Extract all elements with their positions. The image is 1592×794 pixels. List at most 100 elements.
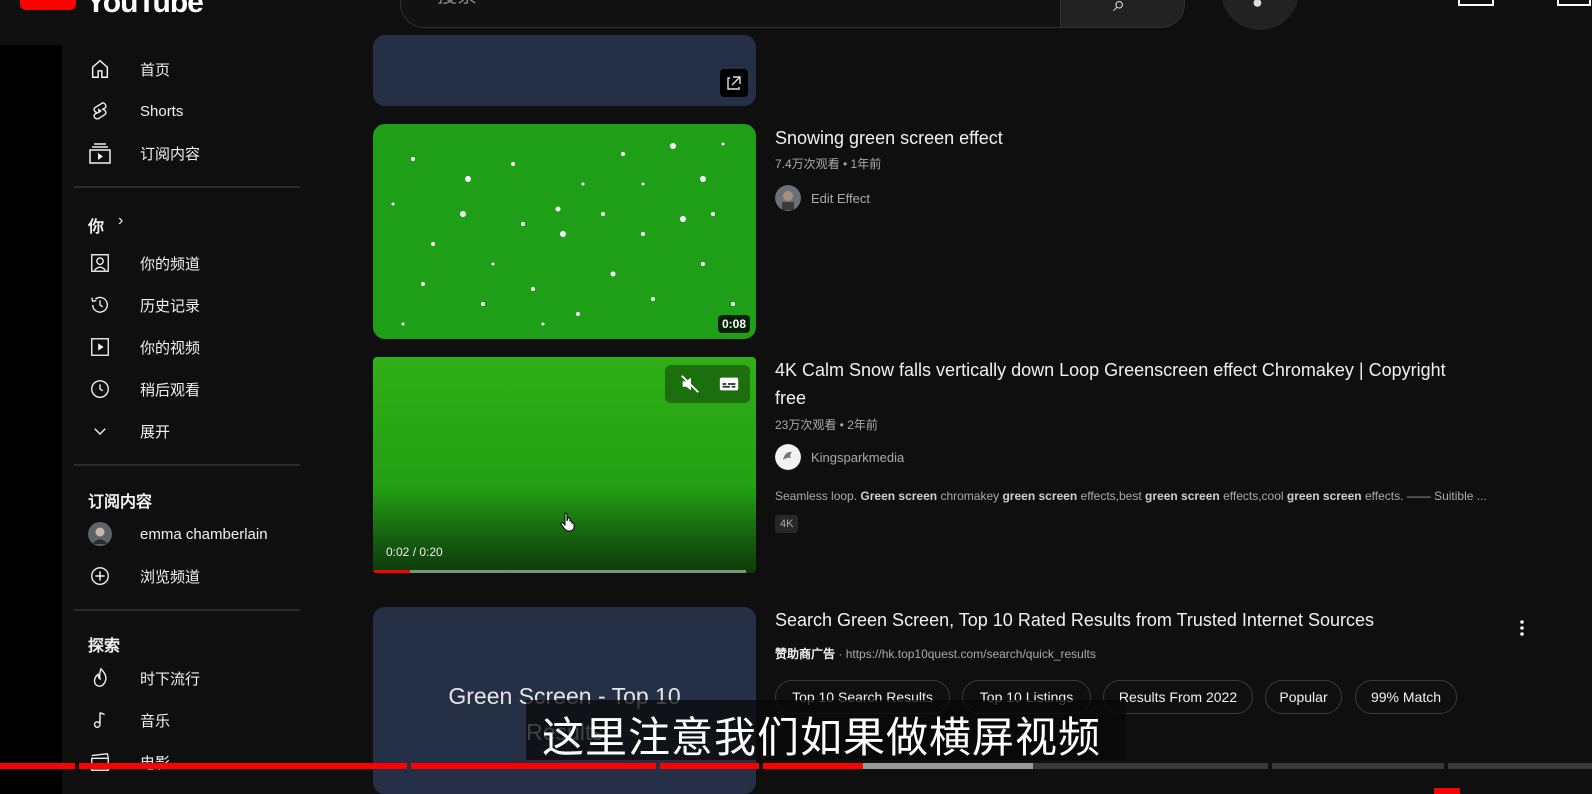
search-button[interactable]: ⌕: [1060, 0, 1185, 28]
sidebar-item-label: 历史记录: [140, 297, 201, 315]
duration-badge: 0:08: [717, 315, 750, 333]
ad-title[interactable]: Search Green Screen, Top 10 Rated Result…: [775, 606, 1374, 634]
ad-url[interactable]: https://hk.top10quest.com/search/quick_r…: [846, 647, 1096, 661]
movies-icon: [88, 750, 112, 774]
video-thumbnail[interactable]: [373, 35, 756, 106]
captions-icon[interactable]: [718, 373, 740, 400]
sidebar-item-label: 音乐: [140, 712, 171, 730]
mute-icon[interactable]: [679, 373, 701, 400]
ad-separator: ·: [838, 647, 846, 661]
hand-cursor-icon: [560, 512, 575, 532]
search-input[interactable]: 搜索: [400, 0, 1060, 28]
chevron-right-icon: ›: [118, 212, 124, 229]
player-buffered-segment[interactable]: [863, 763, 1033, 769]
sidebar-item-label: 你的视频: [140, 339, 201, 357]
player-chapter-segment[interactable]: [660, 763, 759, 769]
video-title-line1: 4K Calm Snow falls vertically down Loop …: [775, 360, 1446, 380]
sidebar-item-emma-chamberlain[interactable]: emma chamberlain: [62, 514, 302, 554]
video-description: Seamless loop. Green screen chromakey gr…: [775, 489, 1487, 503]
add-circle-icon: [88, 564, 112, 588]
top-bar: YouTube 搜索 ⌕ ●: [0, 0, 1592, 45]
sidebar-item-your-channel[interactable]: 你的频道: [62, 243, 302, 283]
player-chapter-segment[interactable]: [1033, 763, 1268, 769]
subscriptions-icon: [88, 141, 112, 165]
video-preview-player[interactable]: 0:02 / 0:20: [373, 357, 756, 573]
sidebar-item-history[interactable]: 历史记录: [62, 285, 302, 325]
sidebar-item-shorts[interactable]: Shorts: [62, 91, 302, 131]
sidebar-item-movies[interactable]: 电影: [62, 742, 302, 782]
sidebar-item-label: emma chamberlain: [140, 525, 268, 543]
divider: [74, 186, 300, 188]
shorts-icon: [88, 99, 112, 123]
player-chapter-segment[interactable]: [1272, 763, 1444, 769]
sidebar-item-home[interactable]: 首页: [62, 49, 302, 89]
search-placeholder: 搜索: [437, 0, 477, 8]
voice-search-button[interactable]: ●: [1221, 0, 1299, 30]
search-icon: ⌕: [1113, 0, 1126, 16]
channel-name: Edit Effect: [811, 190, 871, 206]
trending-icon: [88, 666, 112, 690]
external-link-icon[interactable]: [720, 69, 748, 97]
sidebar-item-trending[interactable]: 时下流行: [62, 658, 302, 698]
sidebar-item-label: 时下流行: [140, 670, 201, 688]
sidebar-item-music[interactable]: 音乐: [62, 700, 302, 740]
video-title[interactable]: Snowing green screen effect: [775, 124, 1003, 152]
sidebar-item-your-videos[interactable]: 你的视频: [62, 327, 302, 367]
your-videos-icon: [88, 335, 112, 359]
snowflakes-graphic: [391, 142, 735, 326]
sidebar-item-watch-later[interactable]: 稍后观看: [62, 369, 302, 409]
ad-meta: 赞助商广告 · https://hk.top10quest.com/search…: [775, 645, 1096, 662]
more-options-icon[interactable]: [1516, 618, 1528, 638]
section-title: 探索: [88, 638, 121, 655]
caption-text: 这里注意我们如果做横屏视频: [542, 714, 1102, 761]
player-chapter-segment[interactable]: [79, 763, 407, 769]
player-letterbox: [0, 45, 62, 794]
video-thumbnail[interactable]: 0:08: [373, 124, 756, 339]
ad-label: 赞助商广告: [775, 647, 836, 661]
notification-badge: [1434, 788, 1460, 794]
channel-row[interactable]: Edit Effect: [775, 185, 870, 211]
sidebar-item-label: 展开: [140, 423, 171, 441]
create-icon[interactable]: [1458, 0, 1494, 6]
mic-icon: ●: [1252, 0, 1263, 12]
chevron-down-icon: [88, 419, 112, 443]
channel-row[interactable]: Kingsparkmedia: [775, 444, 904, 470]
player-chapter-segment[interactable]: [763, 763, 863, 769]
channel-name: Kingsparkmedia: [811, 449, 905, 465]
sidebar-item-expand[interactable]: 展开: [62, 411, 302, 451]
avatar: [88, 522, 112, 546]
divider: [74, 464, 300, 466]
history-icon: [88, 293, 112, 317]
sidebar-item-subscriptions[interactable]: 订阅内容: [62, 133, 302, 173]
preview-time: 0:02 / 0:20: [386, 545, 443, 559]
section-title: 你: [88, 219, 105, 236]
player-chapter-segment[interactable]: [411, 763, 656, 769]
sidebar-item-label: 电影: [140, 752, 170, 773]
quality-badge: 4K: [775, 515, 799, 533]
ad-sitelink-pill[interactable]: 99% Match: [1355, 680, 1457, 714]
youtube-logo-text[interactable]: YouTube: [86, 0, 204, 20]
sidebar-item-label: 稍后观看: [140, 381, 201, 399]
video-title-line2: free: [775, 388, 807, 408]
sidebar-section-you[interactable]: 你 ›: [62, 202, 302, 242]
channel-icon: [88, 251, 112, 275]
notifications-icon[interactable]: [1557, 0, 1591, 6]
youtube-logo-icon[interactable]: [20, 0, 76, 10]
home-icon: [88, 57, 112, 81]
preview-progress-track[interactable]: [373, 570, 746, 573]
sidebar-item-label: 你的频道: [140, 255, 201, 273]
section-title: 订阅内容: [88, 494, 153, 511]
player-chapter-segment[interactable]: [0, 763, 75, 769]
channel-avatar: [775, 444, 801, 470]
sidebar-item-label: 浏览频道: [140, 568, 201, 586]
sidebar-item-browse-channels[interactable]: 浏览频道: [62, 556, 302, 596]
divider: [74, 609, 300, 611]
sidebar-item-label: 首页: [140, 61, 171, 79]
music-icon: [88, 708, 112, 732]
sidebar-item-label: 订阅内容: [140, 145, 201, 163]
video-title[interactable]: 4K Calm Snow falls vertically down Loop …: [775, 356, 1446, 412]
player-chapter-segment[interactable]: [1448, 763, 1592, 769]
ad-sitelink-pill[interactable]: Popular: [1265, 680, 1342, 714]
sidebar: 首页 Shorts 订阅内容 你 › 你的频道 历史记录 你的视频 稍后观看 展…: [62, 45, 302, 794]
watch-later-icon: [88, 377, 112, 401]
